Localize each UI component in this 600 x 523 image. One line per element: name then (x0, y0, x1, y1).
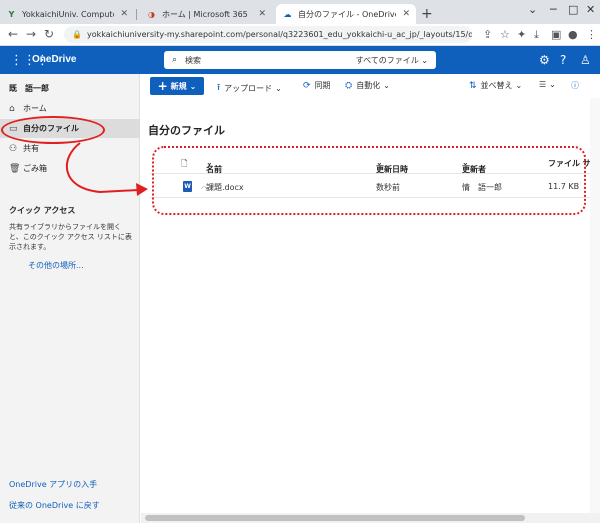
vertical-scrollbar[interactable] (590, 98, 600, 513)
annotation-arrow-curve (65, 142, 139, 194)
horizontal-scrollbar[interactable] (141, 513, 600, 523)
annotation-arrow-head (136, 183, 148, 196)
annotation-arrow (65, 142, 148, 196)
horizontal-scrollbar-thumb[interactable] (145, 515, 525, 521)
